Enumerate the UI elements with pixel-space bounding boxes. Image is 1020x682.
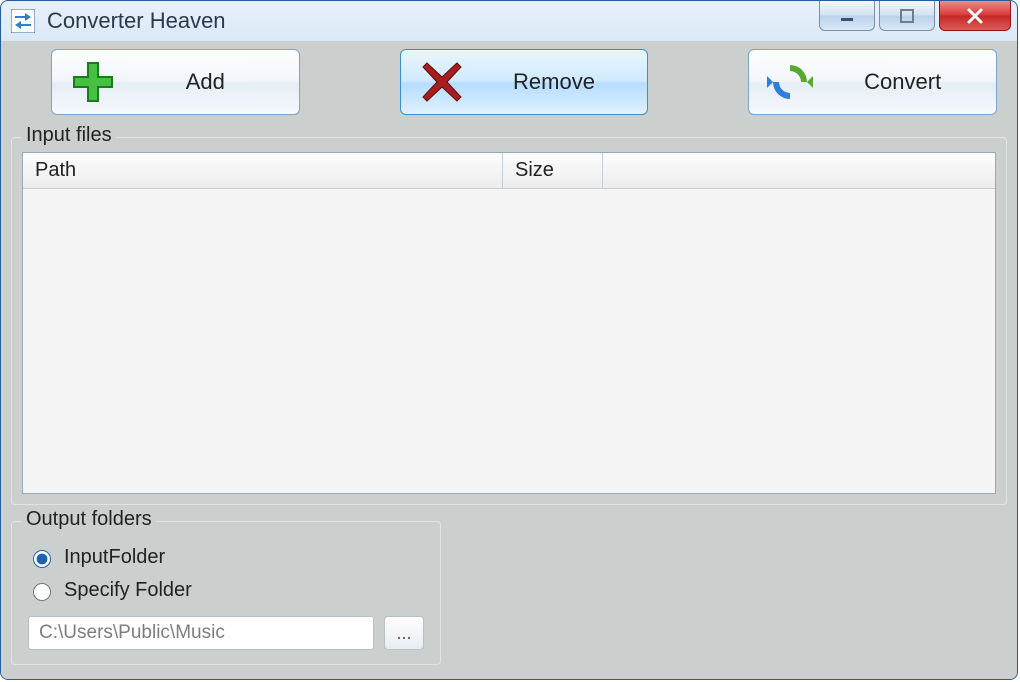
x-icon xyxy=(419,59,465,105)
client-area: Add Remove xyxy=(1,41,1017,679)
radio-input-folder-input[interactable] xyxy=(33,550,51,568)
radio-specify-folder-input[interactable] xyxy=(33,583,51,601)
column-path[interactable]: Path xyxy=(23,153,503,188)
input-files-legend: Input files xyxy=(22,124,116,147)
input-files-group: Input files Path Size xyxy=(11,137,1007,505)
convert-button[interactable]: Convert xyxy=(748,49,997,115)
plus-icon xyxy=(70,59,116,105)
convert-label: Convert xyxy=(839,69,978,95)
input-files-listview[interactable]: Path Size xyxy=(22,152,996,494)
radio-input-folder-label: InputFolder xyxy=(64,546,165,569)
output-folders-legend: Output folders xyxy=(22,508,156,531)
radio-specify-folder-label: Specify Folder xyxy=(64,579,192,602)
output-path-input[interactable] xyxy=(28,616,374,650)
app-window: Converter Heaven Add xyxy=(0,0,1018,680)
output-folders-group: Output folders InputFolder Specify Folde… xyxy=(11,521,441,665)
add-button[interactable]: Add xyxy=(51,49,300,115)
close-button[interactable] xyxy=(939,1,1011,31)
toolbar: Add Remove xyxy=(11,47,1007,121)
remove-button[interactable]: Remove xyxy=(400,49,649,115)
minimize-button[interactable] xyxy=(819,1,875,31)
maximize-button[interactable] xyxy=(879,1,935,31)
window-controls xyxy=(819,1,1011,31)
radio-specify-folder[interactable]: Specify Folder xyxy=(28,579,424,602)
listview-body[interactable] xyxy=(23,189,995,493)
refresh-icon xyxy=(767,59,813,105)
browse-button[interactable]: ... xyxy=(384,616,424,650)
column-spacer xyxy=(603,153,995,188)
browse-label: ... xyxy=(396,623,411,644)
column-size[interactable]: Size xyxy=(503,153,603,188)
app-icon xyxy=(11,9,35,33)
window-title: Converter Heaven xyxy=(47,8,226,34)
output-path-row: ... xyxy=(28,616,424,650)
remove-label: Remove xyxy=(491,69,630,95)
listview-header: Path Size xyxy=(23,153,995,189)
add-label: Add xyxy=(142,69,281,95)
radio-input-folder[interactable]: InputFolder xyxy=(28,546,424,569)
